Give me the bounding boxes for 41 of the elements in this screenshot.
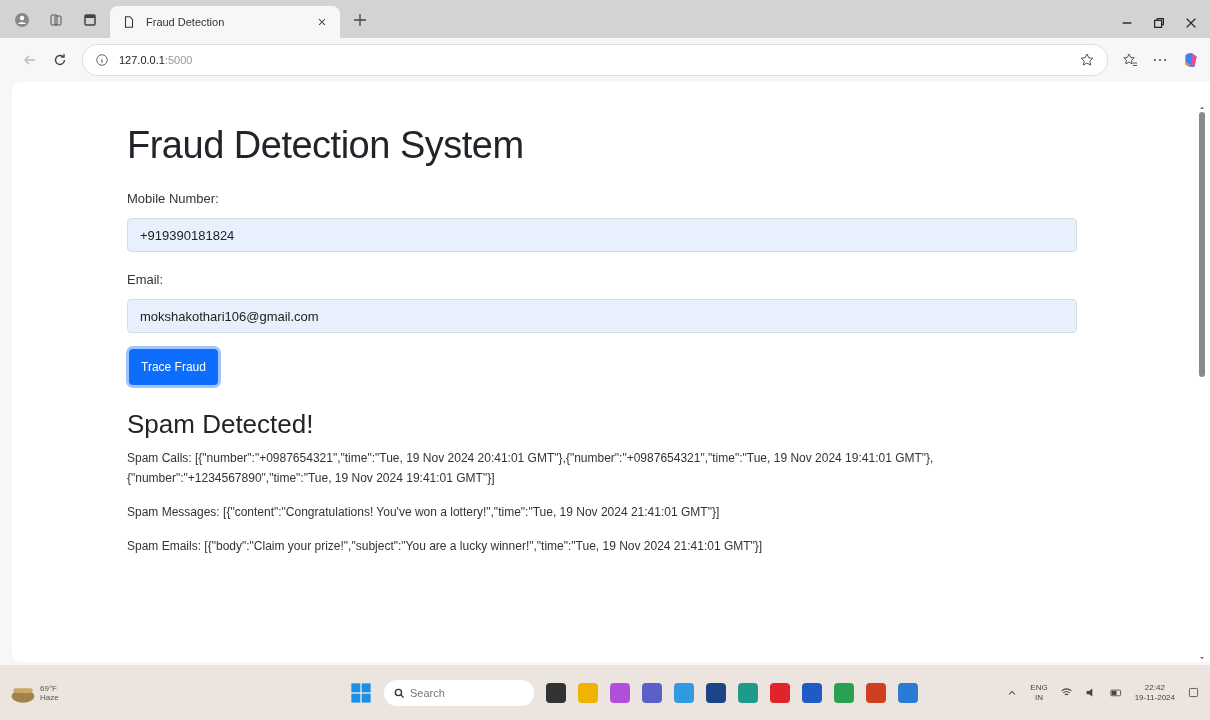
field-label: Email: (127, 272, 165, 287)
weather-condition: Haze (40, 692, 59, 702)
browser-tab[interactable]: Fraud Detection (110, 6, 340, 38)
language-indicator[interactable]: ENG (1030, 682, 1048, 693)
trace-fraud-button[interactable]: Trace Fraud (129, 349, 218, 385)
favorite-star-icon[interactable] (1079, 52, 1095, 68)
workspaces-icon[interactable] (48, 12, 64, 28)
result-text: Spam Emails: [{"body":"Claim your prize!","subject":"You are a lucky winner!","time":"Tue, 19 Nov 2024 21:41:01 GMT"}] (127, 538, 764, 555)
region-indicator[interactable]: IN (1035, 692, 1043, 703)
restore-icon[interactable] (1152, 16, 1166, 30)
app-icon[interactable] (706, 682, 726, 703)
app-icon[interactable] (546, 682, 566, 703)
scroll-down-icon[interactable] (1198, 654, 1206, 662)
close-icon[interactable] (1184, 16, 1198, 30)
battery-icon[interactable] (1109, 686, 1123, 699)
input-field[interactable]: mokshakothari106@gmail.com (127, 299, 1077, 333)
page-title: Fraud Detection System (127, 124, 525, 167)
tab-actions-icon[interactable] (82, 12, 98, 28)
taskbar-search-field[interactable]: Search (384, 679, 534, 706)
app-icon[interactable] (802, 682, 822, 703)
start-icon[interactable] (350, 681, 372, 704)
search-icon (394, 687, 405, 699)
scroll-up-icon[interactable] (1198, 104, 1206, 112)
refresh-icon[interactable] (52, 52, 68, 68)
notification-icon[interactable] (1187, 686, 1200, 699)
weather-temperature: 69°F (40, 683, 58, 693)
profile-icon[interactable] (14, 12, 30, 28)
input-field[interactable]: +919390181824 (127, 218, 1077, 252)
clock-date[interactable]: 19-11-2024 (1134, 692, 1175, 703)
close-tab-icon[interactable] (316, 16, 328, 28)
app-icon[interactable] (642, 682, 662, 703)
result-text: Spam Calls: [{"number":"+0987654321","time":"Tue, 19 Nov 2024 20:41:01 GMT"},{"number":"+0987654321","time":"Tue, 19 Nov 2024 19:41:01 GMT"},{"number":"+1234567890","time":"Tue, 19 Nov 2024 19:41:01 GMT"}] (127, 450, 935, 487)
result-text: Spam Messages: [{"content":"Congratulations! You've won a lottery!","time":"Tue, 19 Nov 2024 21:41:01 GMT"}] (127, 504, 721, 521)
result-heading: Spam Detected! (127, 409, 315, 440)
info-icon[interactable] (95, 53, 109, 67)
page-icon (122, 15, 136, 29)
favorites-icon[interactable] (1122, 52, 1138, 68)
new-tab-icon[interactable] (352, 12, 368, 28)
field-label: Mobile Number: (127, 191, 220, 206)
address-bar[interactable]: 127.0.0.1:5000 (82, 44, 1108, 76)
clock-time[interactable]: 22:42 (1144, 682, 1165, 693)
